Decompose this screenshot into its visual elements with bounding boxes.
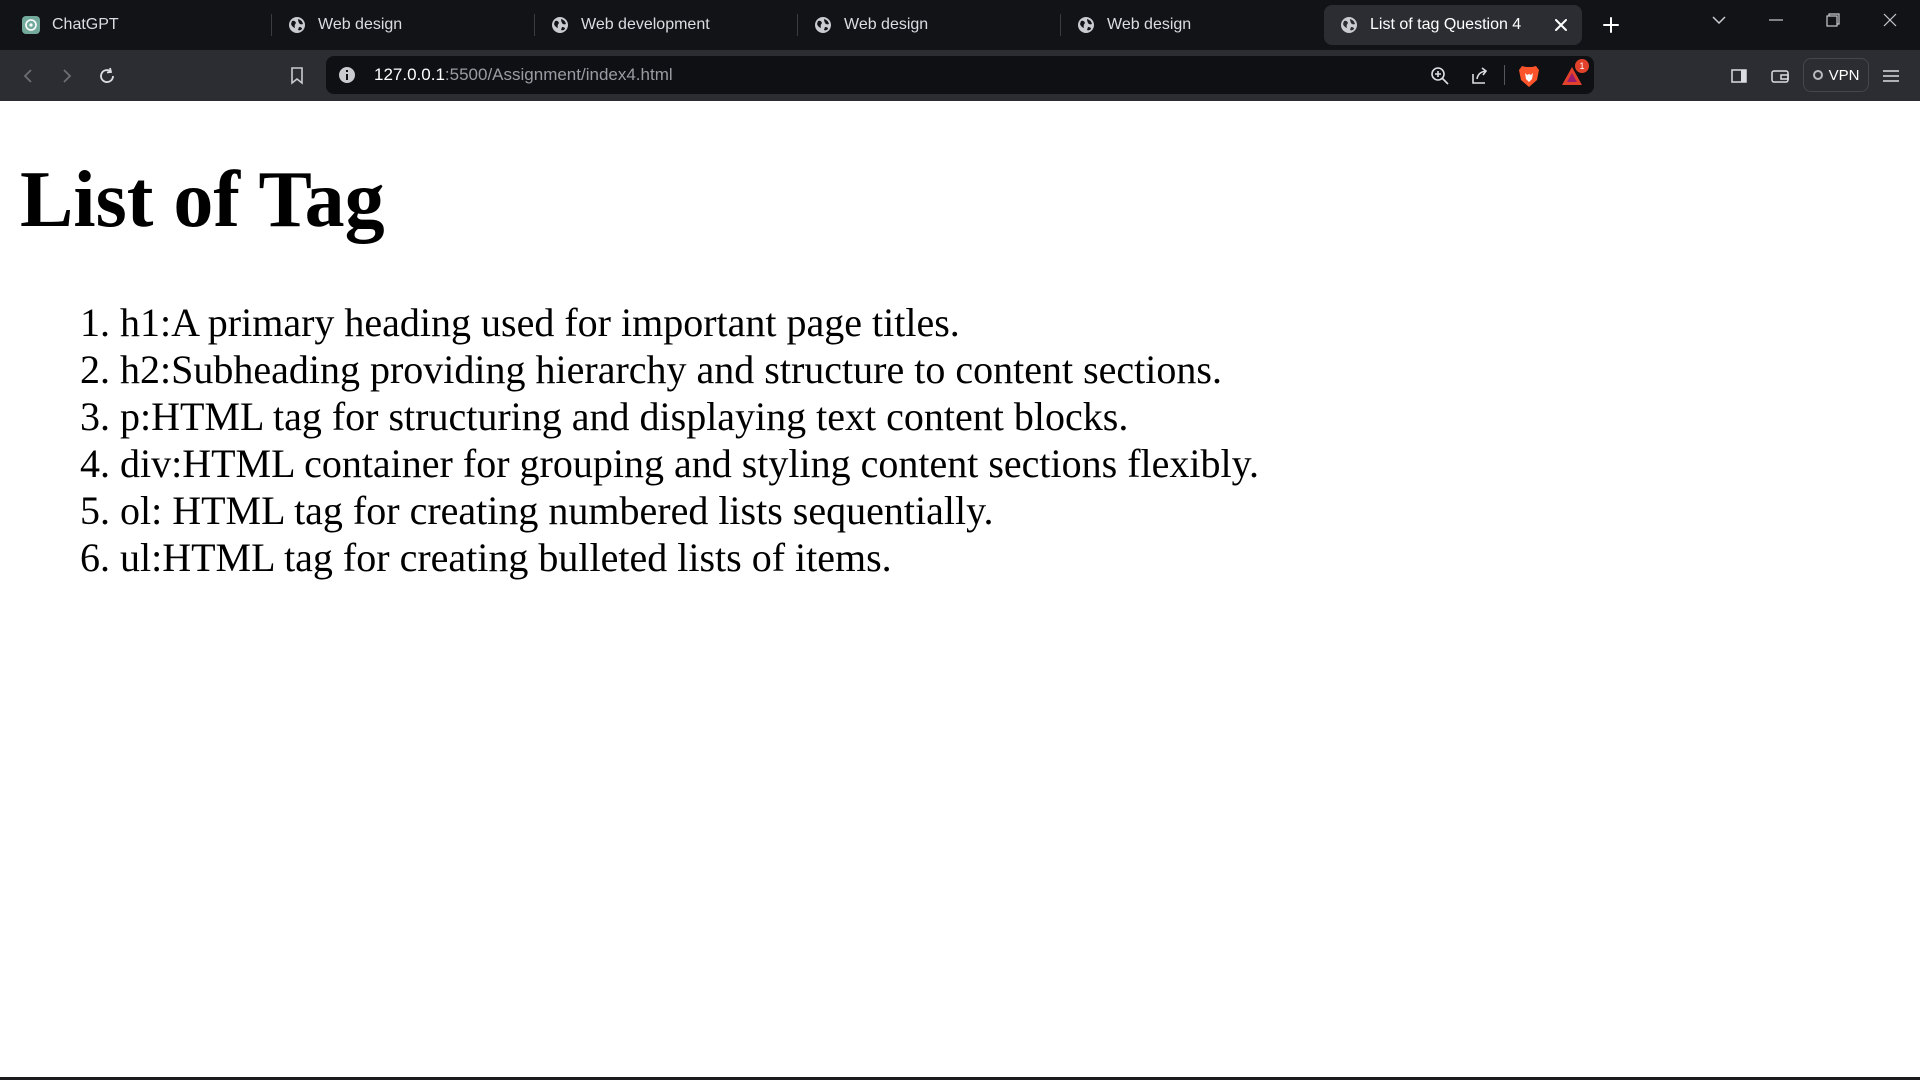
list-item: h1:A primary heading used for important … xyxy=(120,299,1259,346)
brave-lion-icon xyxy=(1519,66,1539,87)
tag-list: h1:A primary heading used for important … xyxy=(0,299,1259,581)
address-bar[interactable]: 127.0.0.1:5500/Assignment/index4.html 1 xyxy=(326,56,1594,94)
vpn-label: VPN xyxy=(1828,66,1860,84)
sidebar-icon xyxy=(1731,69,1747,83)
url-host: 127.0.0.1 xyxy=(374,65,445,84)
tab-strip: ChatGPT Web design Web development Web d… xyxy=(0,0,1920,50)
forward-button[interactable] xyxy=(53,62,81,90)
globe-icon xyxy=(815,17,831,33)
vpn-button[interactable]: VPN xyxy=(1803,58,1869,92)
minimize-button[interactable] xyxy=(1748,0,1804,40)
brave-shields-button[interactable] xyxy=(1516,63,1542,89)
site-info-icon[interactable] xyxy=(338,66,356,84)
tab-label: ChatGPT xyxy=(52,16,119,33)
page-content: List of Tag h1:A primary heading used fo… xyxy=(0,101,1920,1077)
tab-search-button[interactable] xyxy=(1691,0,1747,40)
menu-button[interactable] xyxy=(1877,62,1905,90)
plus-icon xyxy=(1603,17,1619,33)
tab-web-design-2[interactable]: Web design xyxy=(798,5,1056,45)
reload-icon xyxy=(100,67,114,83)
tab-chatgpt[interactable]: ChatGPT xyxy=(6,5,266,45)
zoom-button[interactable] xyxy=(1427,63,1453,89)
minimize-icon xyxy=(1769,19,1783,21)
share-button[interactable] xyxy=(1467,63,1493,89)
reload-button[interactable] xyxy=(93,62,121,90)
restore-button[interactable] xyxy=(1805,0,1861,40)
chevron-down-icon xyxy=(1712,16,1726,24)
tab-label: Web design xyxy=(318,16,403,33)
tab-web-development[interactable]: Web development xyxy=(535,5,793,45)
tab-label: List of tag Question 4 xyxy=(1370,16,1522,33)
list-item: ol: HTML tag for creating numbered lists… xyxy=(120,487,1259,534)
list-item: ul:HTML tag for creating bulleted lists … xyxy=(120,534,1259,581)
page-title: List of Tag xyxy=(20,156,385,244)
wallet-button[interactable] xyxy=(1766,62,1794,90)
globe-icon xyxy=(1341,17,1357,33)
hamburger-menu-icon xyxy=(1883,70,1899,82)
close-window-button[interactable] xyxy=(1862,0,1918,40)
bookmark-button[interactable] xyxy=(283,62,311,90)
close-icon xyxy=(1883,13,1897,27)
tab-label: Web design xyxy=(1107,16,1192,33)
arrow-right-icon xyxy=(63,69,72,83)
share-icon xyxy=(1472,67,1488,84)
list-item: h2:Subheading providing hierarchy and st… xyxy=(120,346,1259,393)
globe-icon xyxy=(552,17,568,33)
restore-icon xyxy=(1826,13,1840,27)
globe-icon xyxy=(1078,17,1094,33)
sidebar-toggle-button[interactable] xyxy=(1725,62,1753,90)
back-button[interactable] xyxy=(14,62,42,90)
omnibox-divider xyxy=(1504,65,1505,85)
globe-icon xyxy=(289,17,305,33)
vpn-status-icon xyxy=(1812,70,1823,80)
tab-label: Web design xyxy=(844,16,929,33)
url-path: :5500/Assignment/index4.html xyxy=(444,65,673,84)
chatgpt-icon xyxy=(22,16,40,34)
zoom-icon xyxy=(1431,67,1449,85)
close-tab-button[interactable] xyxy=(1550,14,1572,36)
browser-toolbar: 127.0.0.1:5500/Assignment/index4.html 1 … xyxy=(0,50,1920,101)
arrow-left-icon xyxy=(23,69,32,83)
new-tab-button[interactable] xyxy=(1597,11,1625,39)
wallet-icon xyxy=(1771,70,1789,83)
rewards-badge: 1 xyxy=(1575,59,1589,73)
tab-web-design-3[interactable]: Web design xyxy=(1061,5,1319,45)
url-text[interactable]: 127.0.0.1:5500/Assignment/index4.html xyxy=(374,65,673,85)
list-item: p:HTML tag for structuring and displayin… xyxy=(120,393,1259,440)
list-item: div:HTML container for grouping and styl… xyxy=(120,440,1259,487)
tab-list-of-tag-active[interactable]: List of tag Question 4 xyxy=(1324,5,1582,45)
tab-web-design-1[interactable]: Web design xyxy=(272,5,530,45)
close-icon xyxy=(1555,19,1567,31)
brave-rewards-button[interactable]: 1 xyxy=(1559,59,1589,89)
tab-label: Web development xyxy=(581,16,710,33)
bookmark-icon xyxy=(291,67,303,85)
